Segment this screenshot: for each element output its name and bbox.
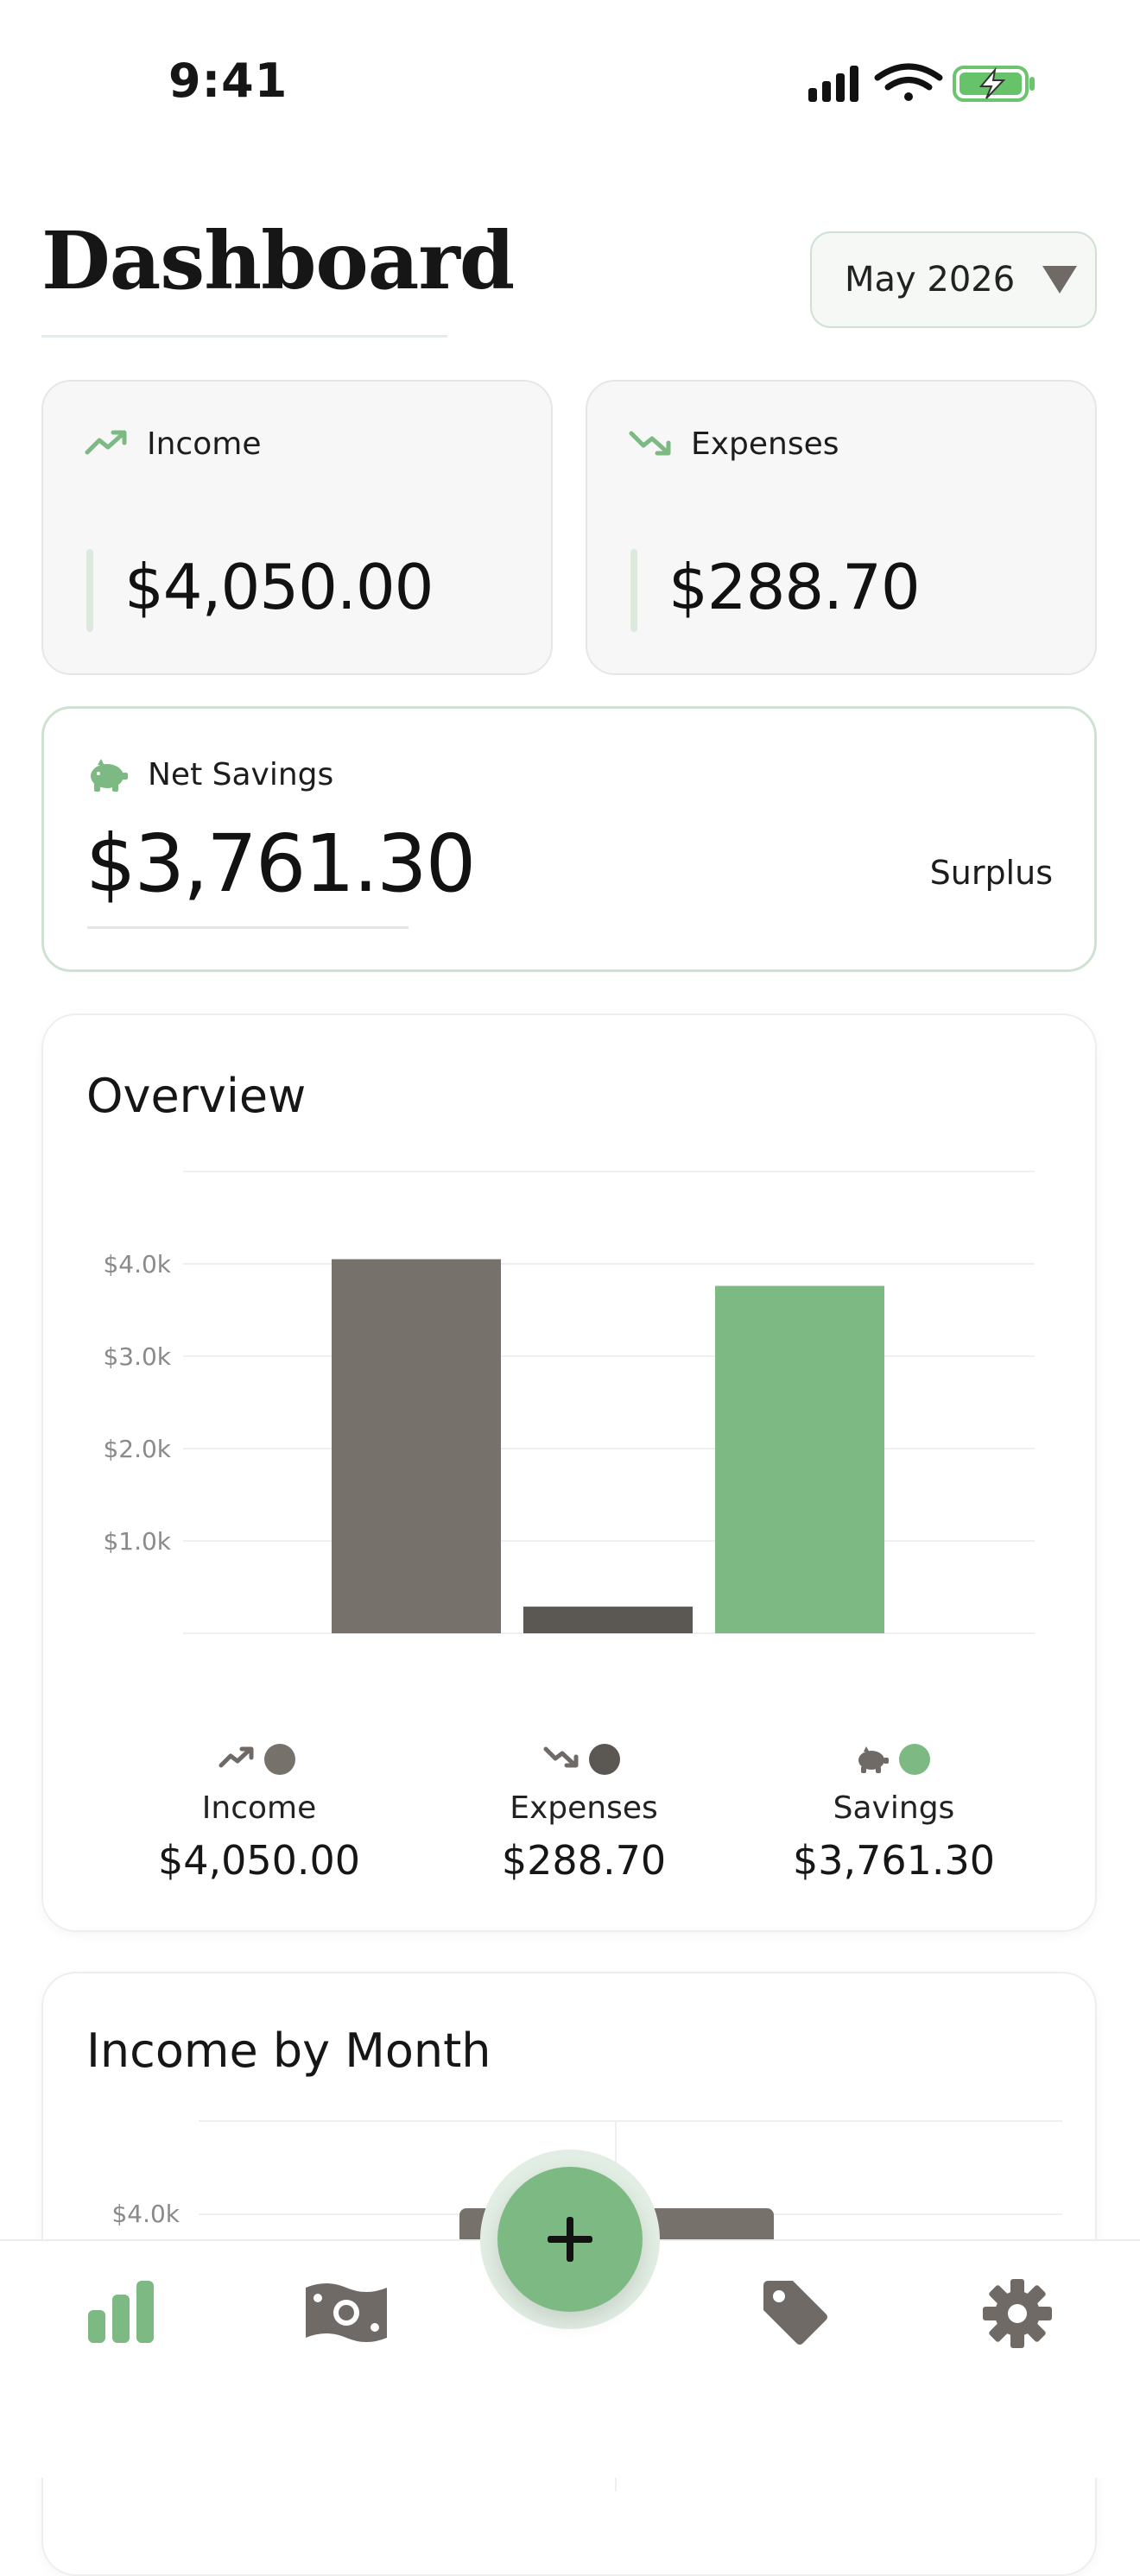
month-selector-label: May 2026	[845, 260, 1016, 300]
trending-up-icon	[218, 1746, 254, 1768]
money-bill-icon[interactable]	[304, 2279, 389, 2346]
legend-swatch	[899, 1744, 930, 1775]
legend-label: Savings	[833, 1790, 955, 1826]
page-title: Dashboard	[41, 214, 515, 307]
battery-charging-icon	[953, 66, 1035, 102]
legend-swatch	[264, 1744, 295, 1775]
income-label: Income	[147, 426, 262, 462]
accent-bar	[630, 549, 637, 632]
legend-item-expenses: Expenses $288.70	[502, 1744, 666, 1884]
bar-chart-icon[interactable]	[86, 2279, 155, 2345]
trending-down-icon	[629, 431, 671, 456]
net-savings-card[interactable]: Net Savings $3,761.30 Surplus	[41, 706, 1097, 972]
legend-value: $4,050.00	[158, 1837, 360, 1884]
tag-icon[interactable]	[760, 2277, 829, 2346]
legend-item-savings: Savings $3,761.30	[793, 1744, 995, 1884]
net-savings-amount: $3,761.30	[86, 818, 476, 910]
gridline	[199, 2120, 1062, 2122]
expenses-card[interactable]: Expenses $288.70	[586, 380, 1097, 675]
y-tick-label: $2.0k	[103, 1435, 171, 1463]
legend-item-income: Income $4,050.00	[158, 1744, 360, 1884]
bar-savings[interactable]	[715, 1285, 884, 1633]
status-time: 9:41	[168, 54, 288, 108]
expenses-amount: $288.70	[668, 551, 921, 623]
legend-label: Expenses	[510, 1790, 658, 1826]
net-savings-label: Net Savings	[148, 757, 334, 792]
bar-income[interactable]	[332, 1259, 501, 1633]
status-icons	[808, 63, 1035, 102]
y-tick-label: $4.0k	[111, 2200, 180, 2228]
income-amount: $4,050.00	[124, 551, 434, 623]
legend-label: Income	[202, 1790, 316, 1826]
month-selector-button[interactable]: May 2026	[810, 231, 1097, 328]
y-tick-label: $4.0k	[103, 1250, 171, 1279]
legend-value: $3,761.30	[793, 1837, 995, 1884]
expenses-label: Expenses	[691, 426, 839, 462]
trending-up-icon	[85, 430, 127, 455]
amount-underline	[87, 926, 408, 929]
net-savings-status: Surplus	[929, 854, 1053, 892]
add-transaction-button[interactable]	[497, 2167, 643, 2312]
income-card[interactable]: Income $4,050.00	[41, 380, 553, 675]
bar-expenses[interactable]	[523, 1607, 693, 1633]
legend-value: $288.70	[502, 1837, 666, 1884]
overview-chart: $1.0k $2.0k $3.0k $4.0k Income $4,050.00 Expen…	[43, 1015, 1099, 1934]
wifi-icon	[874, 63, 943, 101]
overview-bar-chart: $1.0k $2.0k $3.0k $4.0k Income $4,050.00 Expen…	[103, 1171, 1035, 1884]
piggy-bank-icon	[858, 1746, 889, 1773]
trending-down-icon	[543, 1746, 579, 1768]
piggy-bank-icon	[91, 759, 128, 792]
overview-panel: Overview $1.0k $2.0k $3.0k $4.0k Income $4,05…	[41, 1013, 1097, 1932]
y-tick-label: $1.0k	[103, 1527, 171, 1556]
gear-icon[interactable]	[981, 2277, 1054, 2350]
legend-swatch	[589, 1744, 620, 1775]
plus-icon	[548, 2217, 592, 2262]
caret-down-icon	[1042, 266, 1078, 294]
signal-icon	[808, 66, 858, 102]
title-underline	[41, 335, 447, 338]
accent-bar	[86, 549, 93, 632]
income-by-month-title: Income by Month	[86, 2024, 491, 2078]
y-tick-label: $3.0k	[103, 1342, 171, 1371]
